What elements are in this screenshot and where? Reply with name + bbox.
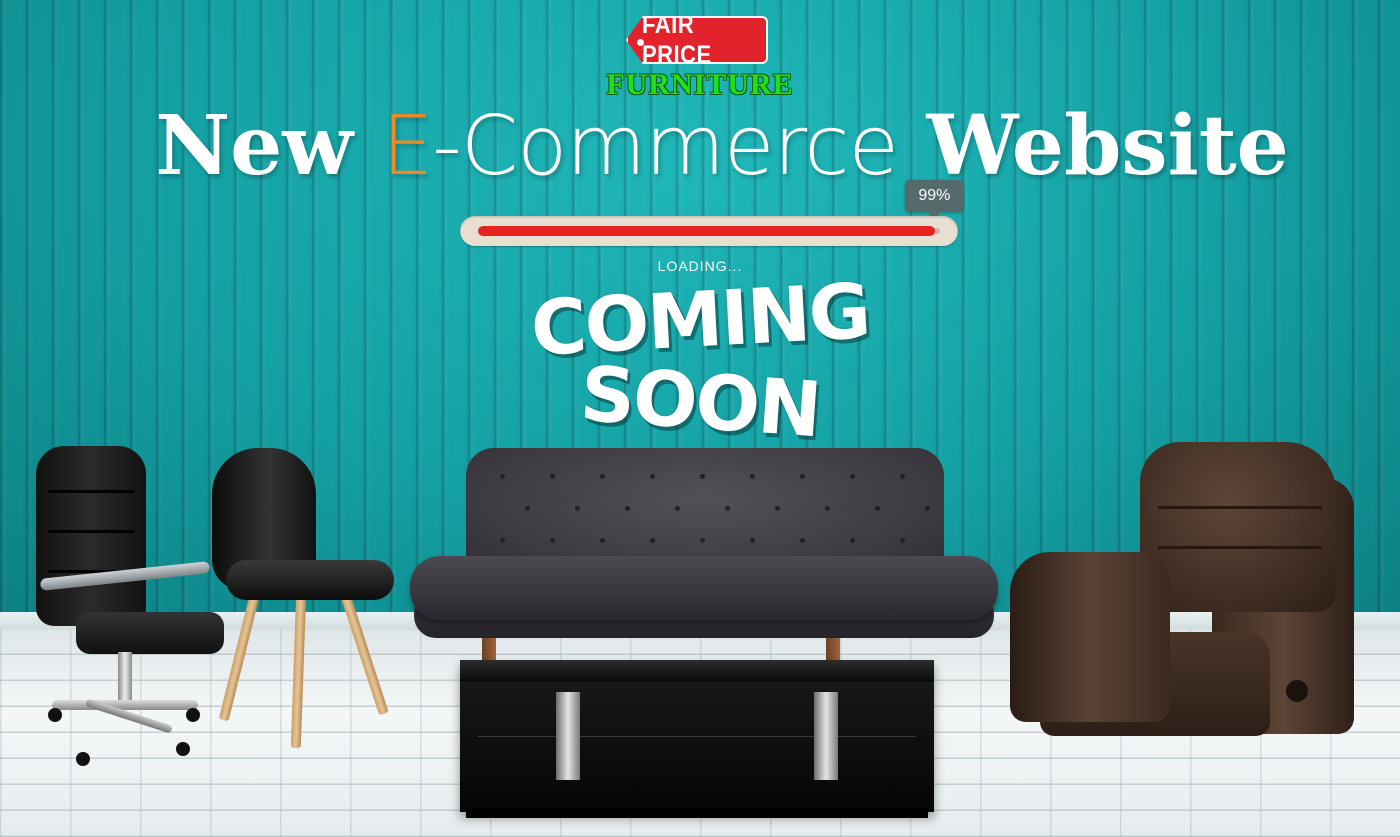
recliner-arm-left	[1010, 552, 1170, 722]
chair-wheel	[176, 742, 190, 756]
shell-chair-seat	[226, 560, 394, 600]
progress-percent-tooltip: 99%	[905, 180, 964, 219]
sofa-tuft	[725, 506, 730, 511]
chair-wheel	[186, 708, 200, 722]
sofa-tuft	[625, 506, 630, 511]
logo-text: FAIR PRICE	[642, 10, 712, 69]
sofa-tuft	[850, 474, 855, 479]
sofa-tuft	[525, 506, 530, 511]
sofa-tuft	[700, 538, 705, 543]
fair-price-logo-tag: FAIR PRICE	[626, 16, 768, 64]
sofa-tuft	[550, 474, 555, 479]
sofa-tuft	[600, 474, 605, 479]
headline-part-commerce: -Commerce	[432, 99, 899, 194]
sofa-tuft	[500, 474, 505, 479]
sofa-tuft	[900, 538, 905, 543]
sofa-tuft	[600, 538, 605, 543]
recliner-lever-icon	[1286, 680, 1308, 702]
sofa-tuft	[800, 538, 805, 543]
sofa-tuft	[900, 474, 905, 479]
sofa-tuft	[800, 474, 805, 479]
office-chair-base	[52, 700, 198, 710]
sofa-tuft	[825, 506, 830, 511]
sofa-tuft	[650, 538, 655, 543]
headline-accent-e: E	[381, 99, 433, 194]
sofa-tuft	[650, 474, 655, 479]
sofa-tuft	[550, 538, 555, 543]
sofa-tuft	[675, 506, 680, 511]
progress-track-inner	[478, 226, 940, 236]
cabinet-steel-panel	[556, 692, 580, 780]
chair-wheel	[76, 752, 90, 766]
sofa-tuft	[750, 474, 755, 479]
office-chair-pole	[118, 652, 132, 704]
sofa-tuft	[875, 506, 880, 511]
chair-wheel	[48, 708, 62, 722]
cabinet-divider	[478, 736, 916, 737]
progress-fill	[478, 226, 936, 236]
sofa-tuft	[925, 506, 930, 511]
sofa-tuft	[850, 538, 855, 543]
sofa-tuft	[700, 474, 705, 479]
tv-cabinet-body	[460, 660, 934, 812]
office-chair-back	[36, 446, 146, 626]
sofa-tuft	[775, 506, 780, 511]
headline-part-new: New	[155, 98, 382, 194]
sofa-tuft	[500, 538, 505, 543]
sofa-tuft	[750, 538, 755, 543]
sofa-seat	[410, 556, 998, 620]
progress-bar	[460, 216, 958, 246]
cabinet-steel-panel	[814, 692, 838, 780]
headline: New E-Commerce Website	[0, 96, 1400, 197]
sofa-tuft	[575, 506, 580, 511]
office-chair-seat	[76, 612, 224, 654]
cabinet-plinth	[466, 808, 928, 818]
